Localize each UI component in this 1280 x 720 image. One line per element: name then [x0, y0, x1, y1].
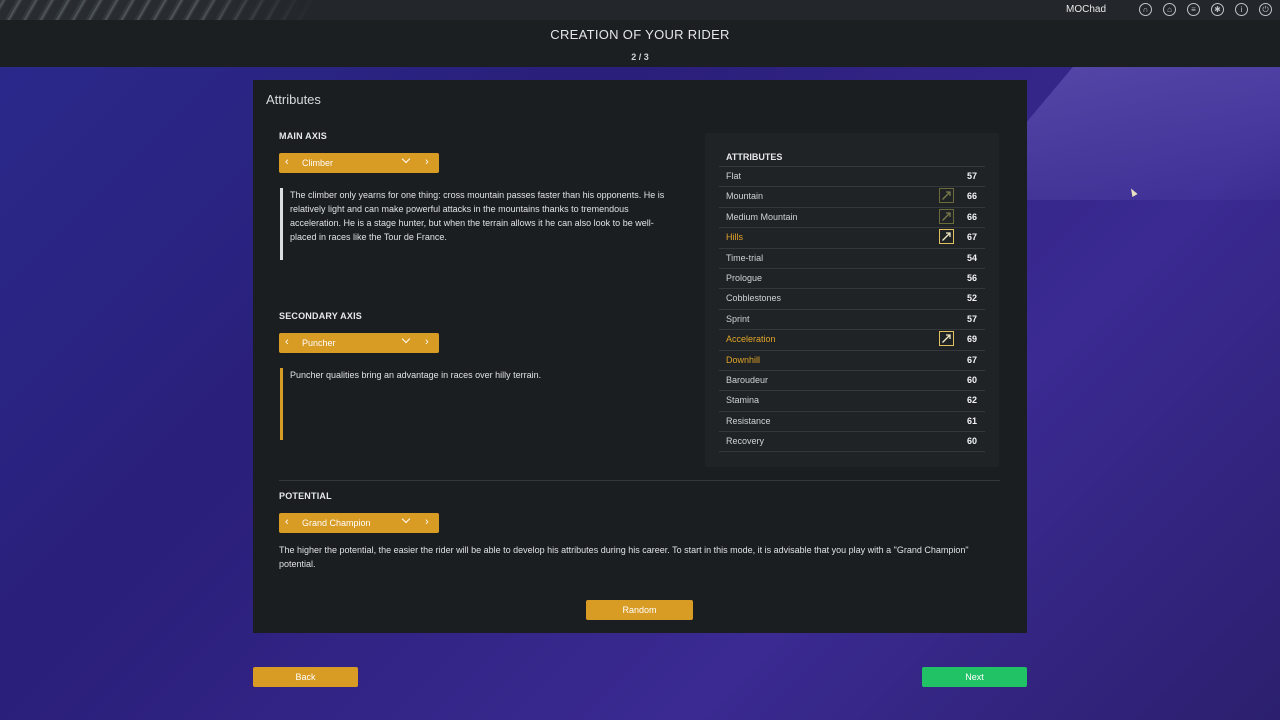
trend-arrow-icon: [939, 229, 954, 245]
next-arrow-icon[interactable]: ›: [425, 336, 429, 349]
attributes-list: Flat 57 Mountain 66 Medium Mountain 66 Hills 67…: [719, 166, 985, 453]
attribute-name: Medium Mountain: [726, 211, 798, 222]
attribute-value: 69: [966, 334, 977, 345]
attribute-row: Sprint 57: [719, 308, 985, 329]
attribute-name: Sprint: [726, 313, 750, 324]
prev-arrow-icon[interactable]: ‹: [285, 156, 289, 169]
attribute-value: 56: [966, 272, 977, 283]
description-bar: [280, 368, 283, 440]
chevron-down-icon[interactable]: [401, 514, 411, 524]
attribute-value: 61: [966, 415, 977, 426]
potential-dropdown[interactable]: ‹ Grand Champion ›: [279, 513, 439, 533]
attribute-value: 66: [966, 191, 977, 202]
attribute-value: 62: [966, 395, 977, 406]
headset-icon[interactable]: ∩: [1139, 3, 1152, 16]
secondary-axis-description: Puncher qualities bring an advantage in …: [290, 370, 542, 380]
chevron-down-icon[interactable]: [401, 334, 411, 344]
trend-arrow-dim-icon: [939, 208, 954, 224]
secondary-axis-selected: Puncher: [302, 338, 336, 348]
secondary-axis-description-block: Puncher qualities bring an advantage in …: [280, 368, 675, 440]
next-arrow-icon[interactable]: ›: [425, 516, 429, 529]
step-indicator: 2 / 3: [631, 52, 649, 62]
next-button[interactable]: Next: [922, 667, 1027, 687]
attribute-row: Cobblestones 52: [719, 288, 985, 308]
attribute-row: Downhill 67: [719, 349, 985, 370]
potential-selected: Grand Champion: [302, 518, 371, 528]
page-title: CREATION OF YOUR RIDER: [550, 27, 730, 42]
prev-arrow-icon[interactable]: ‹: [285, 516, 289, 529]
back-button[interactable]: Back: [253, 667, 358, 687]
attribute-row: Prologue 56: [719, 267, 985, 288]
attribute-name: Cobblestones: [726, 293, 782, 304]
attribute-row: Stamina 62: [719, 390, 985, 410]
attribute-row: Flat 57: [719, 166, 985, 186]
attribute-row: Mountain 66: [719, 186, 985, 206]
attribute-row: Baroudeur 60: [719, 369, 985, 390]
attribute-name: Hills: [726, 232, 743, 243]
attribute-name: Acceleration: [726, 334, 776, 345]
potential-description: The higher the potential, the easier the…: [279, 545, 969, 569]
attribute-row: Recovery 60: [719, 431, 985, 453]
attributes-panel: Attributes MAIN AXIS ‹ Climber › The cli…: [253, 80, 1027, 633]
shop-icon[interactable]: ⌂: [1163, 3, 1176, 16]
attribute-value: 57: [966, 313, 977, 324]
potential-label: POTENTIAL: [279, 491, 332, 501]
attribute-value: 57: [966, 171, 977, 181]
panel-title: Attributes: [266, 92, 321, 107]
random-button[interactable]: Random: [586, 600, 693, 620]
main-axis-description: The climber only yearns for one thing: c…: [290, 190, 665, 242]
divider: [279, 480, 1000, 481]
attribute-value: 67: [966, 232, 977, 243]
attribute-value: 60: [966, 436, 977, 447]
attribute-name: Recovery: [726, 436, 765, 447]
trend-arrow-dim-icon: [939, 188, 954, 204]
top-bar: MOChad ∩ ⌂ ≡ ✱ i ⏻: [0, 0, 1280, 20]
info-icon[interactable]: i: [1235, 3, 1248, 16]
attribute-name: Time-trial: [726, 252, 764, 263]
attributes-box: ATTRIBUTES Flat 57 Mountain 66 Medium Mounta…: [705, 133, 999, 467]
attributes-heading: ATTRIBUTES: [726, 152, 783, 162]
attribute-row: Hills 67: [719, 227, 985, 247]
top-icons: ∩ ⌂ ≡ ✱ i ⏻: [1139, 3, 1272, 16]
main-axis-selected: Climber: [302, 158, 334, 168]
attribute-row: Time-trial 54: [719, 247, 985, 268]
secondary-axis-label: SECONDARY AXIS: [279, 311, 362, 321]
attribute-row: Acceleration 69: [719, 329, 985, 349]
attribute-name: Mountain: [726, 191, 764, 202]
main-axis-description-block: The climber only yearns for one thing: c…: [280, 188, 675, 260]
main-axis-dropdown[interactable]: ‹ Climber ›: [279, 153, 439, 173]
username: MOChad: [1065, 4, 1106, 15]
page-header: CREATION OF YOUR RIDER 2 / 3: [0, 20, 1280, 67]
attribute-row: Resistance 61: [719, 410, 985, 431]
attribute-value: 66: [966, 211, 977, 222]
power-icon[interactable]: ⏻: [1259, 3, 1272, 16]
next-arrow-icon[interactable]: ›: [425, 156, 429, 169]
secondary-axis-dropdown[interactable]: ‹ Puncher ›: [279, 333, 439, 353]
attribute-name: Prologue: [726, 272, 763, 283]
trend-arrow-icon: [939, 331, 954, 347]
attribute-value: 54: [966, 252, 977, 263]
topbar-artwork: [0, 0, 320, 20]
list-icon[interactable]: ≡: [1187, 3, 1200, 16]
attribute-name: Stamina: [726, 395, 760, 406]
attribute-name: Resistance: [726, 415, 771, 426]
attribute-name: Baroudeur: [726, 374, 769, 385]
settings-icon[interactable]: ✱: [1211, 3, 1224, 16]
main-axis-label: MAIN AXIS: [279, 131, 327, 141]
attribute-value: 60: [966, 374, 977, 385]
attribute-row: Medium Mountain 66: [719, 206, 985, 227]
prev-arrow-icon[interactable]: ‹: [285, 336, 289, 349]
description-bar: [280, 188, 283, 260]
attribute-name: Flat: [726, 171, 742, 181]
attribute-name: Downhill: [726, 354, 761, 365]
attribute-value: 67: [966, 354, 977, 365]
attribute-value: 52: [966, 293, 977, 304]
chevron-down-icon[interactable]: [401, 154, 411, 164]
